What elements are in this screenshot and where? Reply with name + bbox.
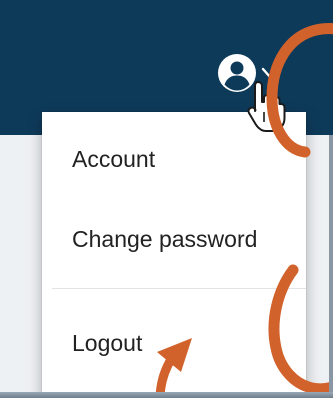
screenshot: Account Change password Logout xyxy=(0,0,333,398)
user-dropdown-menu: Account Change password Logout xyxy=(42,112,306,398)
menu-item-change-password[interactable]: Change password xyxy=(72,226,257,253)
window-bottom-edge xyxy=(0,392,333,398)
menu-item-logout[interactable]: Logout xyxy=(72,330,142,357)
menu-divider xyxy=(52,288,306,289)
menu-item-account[interactable]: Account xyxy=(72,146,155,173)
window-edge xyxy=(329,135,333,395)
hand-pointer-cursor-icon xyxy=(247,81,286,132)
